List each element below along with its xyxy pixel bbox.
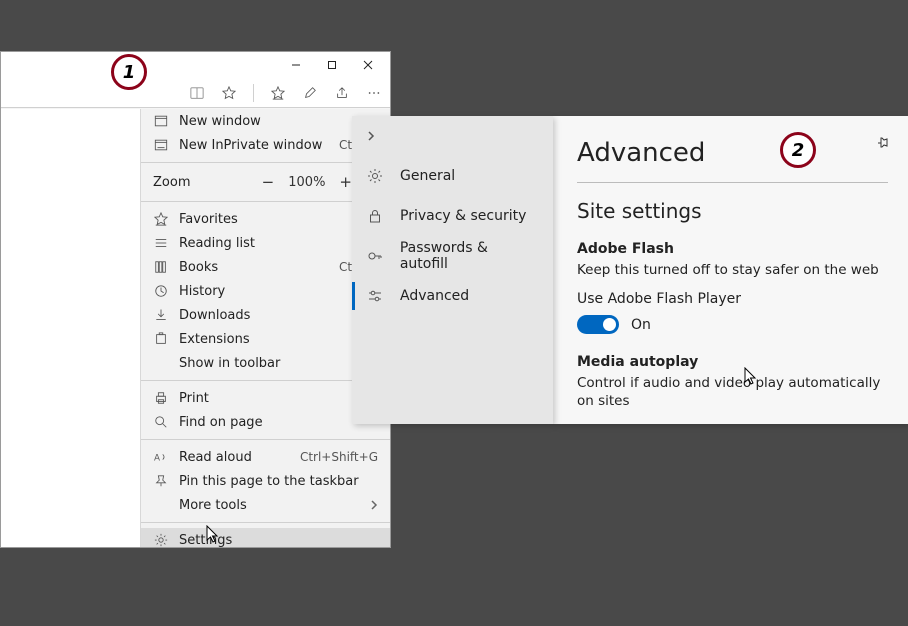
settings-item-advanced[interactable]: Advanced [352,276,553,316]
key-icon [366,248,384,264]
advanced-title: Advanced [577,138,888,168]
flash-toggle[interactable]: On [577,315,888,334]
settings-item-privacy[interactable]: Privacy & security [352,196,553,236]
shortcut: Ctrl+Shift+G [300,450,378,464]
settings-label: Advanced [400,288,469,304]
menu-label: Downloads [179,308,378,323]
callout-number: 1 [123,62,136,83]
sliders-icon [366,288,384,304]
callout-1: 1 [111,54,147,90]
zoom-in-button[interactable]: + [339,173,352,191]
toggle-state: On [631,317,651,333]
adobe-flash-desc: Keep this turned off to stay safer on th… [577,261,888,279]
menu-pin-taskbar[interactable]: Pin this page to the taskbar [141,469,390,493]
menu-label: Show in toolbar [153,356,378,371]
browser-window: New window New InPrivate window Ctrl+S Z… [0,51,391,548]
separator [141,522,390,523]
settings-label: Passwords & autofill [400,240,539,272]
notes-icon[interactable] [302,86,318,100]
share-icon[interactable] [334,86,350,100]
divider [577,182,888,183]
toggle-track [577,315,619,334]
settings-back-button[interactable] [352,116,553,156]
settings-label: General [400,168,455,184]
inprivate-icon [153,138,169,152]
advanced-settings-pane: Advanced Site settings Adobe Flash Keep … [553,116,908,424]
settings-item-passwords[interactable]: Passwords & autofill [352,236,553,276]
favorite-star-icon[interactable] [221,86,237,100]
titlebar [1,52,390,78]
svg-text:A: A [154,454,160,464]
separator [253,84,254,102]
page-content [1,109,140,547]
settings-item-general[interactable]: General [352,156,553,196]
menu-label: New window [179,114,378,129]
menu-label: Find on page [179,415,378,430]
menu-label: Print [179,391,378,406]
print-icon [153,391,169,405]
window-icon [153,114,169,128]
separator [141,439,390,440]
adobe-flash-label: Adobe Flash [577,241,888,257]
callout-number: 2 [792,140,805,161]
lock-icon [366,208,384,224]
menu-settings[interactable]: Settings [141,528,390,547]
close-button[interactable] [350,52,386,78]
gear-icon [153,533,169,547]
minimize-button[interactable] [278,52,314,78]
menu-label: Reading list [179,236,378,251]
zoom-label: Zoom [153,175,252,190]
zoom-value: 100% [288,175,325,190]
toggle-knob [603,318,616,331]
gear-icon [366,168,384,184]
pin-pane-button[interactable] [876,136,892,152]
site-settings-heading: Site settings [577,199,888,223]
menu-label: Pin this page to the taskbar [179,474,378,489]
use-flash-label: Use Adobe Flash Player [577,291,888,307]
menu-label: More tools [153,498,378,513]
menu-label: Extensions [179,332,378,347]
settings-label: Privacy & security [400,208,526,224]
search-icon [153,415,169,429]
favorites-hub-icon[interactable] [270,86,286,100]
media-autoplay-label: Media autoplay [577,354,888,370]
zoom-out-button[interactable]: − [262,173,275,191]
history-icon [153,284,169,298]
callout-2: 2 [780,132,816,168]
menu-more-tools[interactable]: More tools [141,493,390,517]
read-aloud-icon: A [153,450,169,464]
star-icon [153,212,169,226]
reading-view-icon[interactable] [189,86,205,100]
menu-label: New InPrivate window [179,138,329,153]
menu-label: History [179,284,378,299]
reading-list-icon [153,236,169,250]
menu-label: Favorites [179,212,378,227]
extensions-icon [153,332,169,346]
menu-label: Settings [179,533,378,548]
menu-label: Books [179,260,329,275]
menu-read-aloud[interactable]: A Read aloud Ctrl+Shift+G [141,445,390,469]
books-icon [153,260,169,274]
more-menu-icon[interactable] [366,86,382,100]
download-icon [153,308,169,322]
menu-label: Read aloud [179,450,290,465]
toolbar [1,78,390,108]
pin-icon [153,474,169,488]
chevron-right-icon [370,499,378,511]
maximize-button[interactable] [314,52,350,78]
settings-sidebar: General Privacy & security Passwords & a… [352,116,553,424]
media-autoplay-desc: Control if audio and video play automati… [577,374,888,410]
